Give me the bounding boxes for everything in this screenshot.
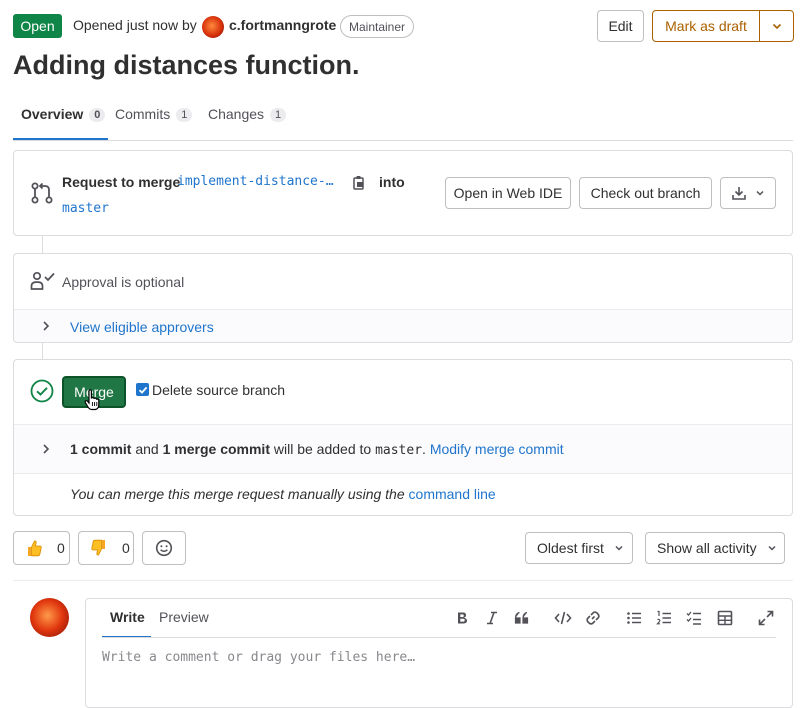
thumbsup-count: 0 [57, 540, 65, 556]
and-text: and [135, 441, 159, 457]
tab-overview[interactable]: Overview 0 [13, 98, 108, 140]
chevron-down-icon [615, 545, 623, 551]
merge-commit-count: 1 merge commit [162, 441, 270, 457]
thumbsdown-count: 0 [122, 540, 130, 556]
merge-request-icon [31, 182, 53, 204]
tab-changes[interactable]: Changes 1 [208, 98, 287, 140]
thumbsup-icon [28, 540, 42, 557]
thumbsdown-button[interactable]: 0 [78, 531, 134, 565]
check-out-branch-button[interactable]: Check out branch [579, 177, 712, 209]
role-badge: Maintainer [340, 15, 415, 38]
link-icon[interactable] [585, 610, 601, 626]
smiley-icon [155, 539, 173, 557]
manual-merge-text: You can merge this merge request manuall… [70, 486, 496, 502]
commits-row-divider [14, 473, 792, 474]
copy-branch-icon[interactable] [352, 175, 366, 190]
page-title: Adding distances function. [13, 50, 360, 80]
quote-icon[interactable] [514, 611, 530, 625]
target-branch-name: master [375, 443, 423, 458]
commit-count: 1 commit [70, 441, 132, 457]
task-list-icon[interactable] [686, 610, 702, 626]
chevron-down-icon [772, 23, 781, 30]
approval-status-text: Approval is optional [62, 274, 185, 290]
add-reaction-button[interactable] [142, 531, 186, 565]
command-line-link[interactable]: command line [409, 486, 496, 502]
download-dropdown[interactable] [720, 177, 776, 209]
activity-filter-dropdown[interactable]: Show all activity [645, 532, 785, 564]
tabs-divider [13, 140, 793, 141]
tab-preview[interactable]: Preview [159, 609, 209, 625]
source-branch-link[interactable]: implement-distance-… [177, 174, 334, 189]
chevron-right-icon[interactable] [41, 443, 51, 455]
numbered-list-icon[interactable] [656, 610, 672, 626]
merge-prefix: Request to merge [62, 174, 181, 190]
tab-count: 0 [89, 108, 106, 122]
modify-merge-commit-link[interactable]: Modify merge commit [430, 441, 564, 457]
thumbsup-button[interactable]: 0 [13, 531, 70, 565]
more-actions-dropdown[interactable] [759, 10, 794, 42]
tab-label: Commits [115, 106, 171, 122]
editor-toolbar-divider [102, 637, 776, 638]
open-web-ide-button[interactable]: Open in Web IDE [445, 177, 571, 209]
tab-label: Changes [208, 106, 265, 122]
mark-as-draft-button[interactable]: Mark as draft [652, 10, 760, 42]
thumbsdown-icon [91, 539, 105, 556]
check-circle-icon [30, 379, 54, 403]
author-link[interactable]: c.fortmanngrote [229, 17, 336, 33]
avatar[interactable] [202, 16, 224, 38]
code-icon[interactable] [554, 610, 572, 626]
chevron-right-icon[interactable] [41, 320, 51, 332]
hand-cursor-icon [84, 389, 100, 411]
tab-count: 1 [270, 108, 287, 122]
chevron-down-icon [756, 190, 764, 196]
bold-icon[interactable] [455, 611, 469, 625]
activity-filter-label: Show all activity [657, 540, 757, 556]
current-user-avatar[interactable] [30, 598, 69, 637]
fullscreen-icon[interactable] [758, 610, 774, 626]
view-approvers-link[interactable]: View eligible approvers [70, 319, 214, 335]
delete-source-checkbox[interactable] [136, 383, 149, 396]
sort-order-label: Oldest first [537, 540, 604, 556]
checkmark-icon [138, 386, 147, 394]
will-be-added-text: will be added to [273, 441, 372, 457]
sort-order-dropdown[interactable]: Oldest first [525, 532, 633, 564]
edit-button[interactable]: Edit [597, 10, 644, 42]
delete-source-label[interactable]: Delete source branch [152, 382, 285, 398]
tab-label: Overview [21, 106, 84, 122]
status-badge: Open [13, 14, 62, 38]
approval-icon [30, 271, 55, 290]
target-branch-link[interactable]: master [62, 201, 109, 216]
tab-count: 1 [176, 108, 193, 122]
download-icon [732, 187, 746, 200]
italic-icon[interactable] [485, 611, 499, 625]
table-icon[interactable] [717, 610, 733, 626]
timeline-connector [42, 343, 43, 359]
tab-commits[interactable]: Commits 1 [115, 98, 193, 140]
into-text: into [379, 174, 405, 190]
commits-summary: 1 commit and 1 merge commit will be adde… [70, 441, 564, 458]
chevron-down-icon [768, 545, 776, 551]
activity-divider [13, 580, 793, 581]
comment-textarea[interactable]: Write a comment or drag your files here… [102, 650, 415, 665]
tab-write[interactable]: Write [102, 609, 151, 638]
timeline-connector [42, 236, 43, 253]
opened-text: Opened just now by [73, 17, 197, 33]
bullet-list-icon[interactable] [626, 610, 642, 626]
manual-merge-prefix: You can merge this merge request manuall… [70, 486, 405, 502]
